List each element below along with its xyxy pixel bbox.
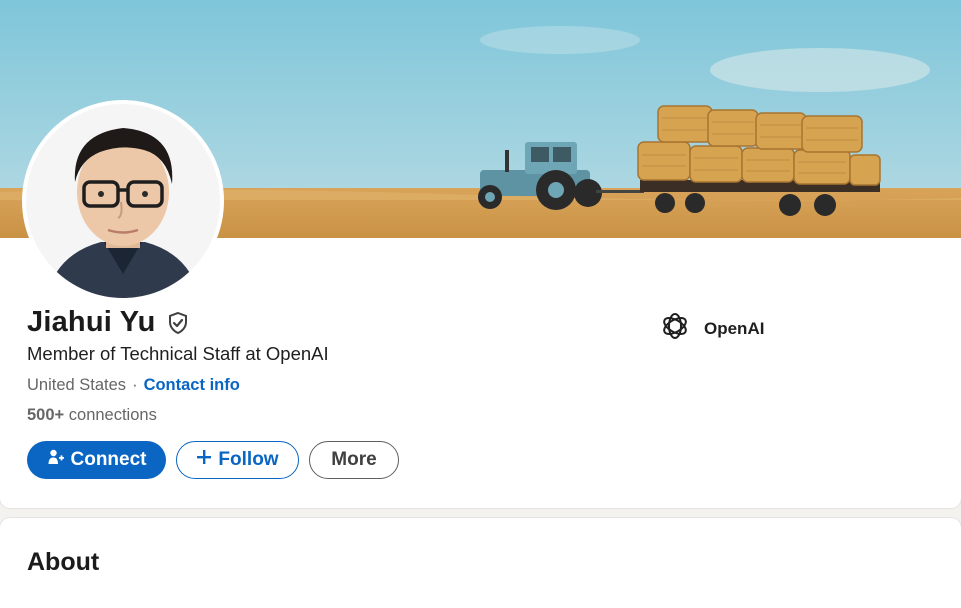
verified-shield-icon[interactable] — [166, 311, 190, 335]
contact-info-link[interactable]: Contact info — [144, 376, 240, 395]
company-name: OpenAI — [704, 318, 765, 338]
profile-avatar[interactable] — [26, 104, 220, 298]
about-heading: About — [27, 548, 100, 576]
separator-dot: · — [132, 376, 138, 394]
location-row: United States · Contact info — [27, 376, 240, 395]
profile-location: United States — [27, 376, 127, 394]
add-person-icon — [47, 448, 65, 472]
connections-count[interactable]: 500+ connections — [27, 406, 157, 425]
connect-label: Connect — [70, 449, 147, 470]
more-button[interactable]: More — [309, 441, 399, 479]
profile-name: Jiahui Yu — [27, 306, 156, 338]
plus-icon — [196, 449, 212, 471]
connections-label: connections — [68, 406, 157, 424]
profile-actions: Connect Follow More — [27, 441, 399, 479]
profile-headline: Member of Technical Staff at OpenAI — [27, 343, 329, 364]
current-company[interactable]: OpenAI — [660, 311, 764, 346]
more-label: More — [331, 449, 377, 470]
profile-name-row: Jiahui Yu — [27, 306, 190, 339]
openai-logo-icon — [660, 311, 690, 346]
connections-number: 500+ — [27, 406, 65, 424]
connect-button[interactable]: Connect — [27, 441, 166, 479]
follow-button[interactable]: Follow — [176, 441, 299, 479]
profile-card: Jiahui Yu Member of Technical Staff at O… — [0, 0, 961, 508]
follow-label: Follow — [218, 449, 279, 470]
